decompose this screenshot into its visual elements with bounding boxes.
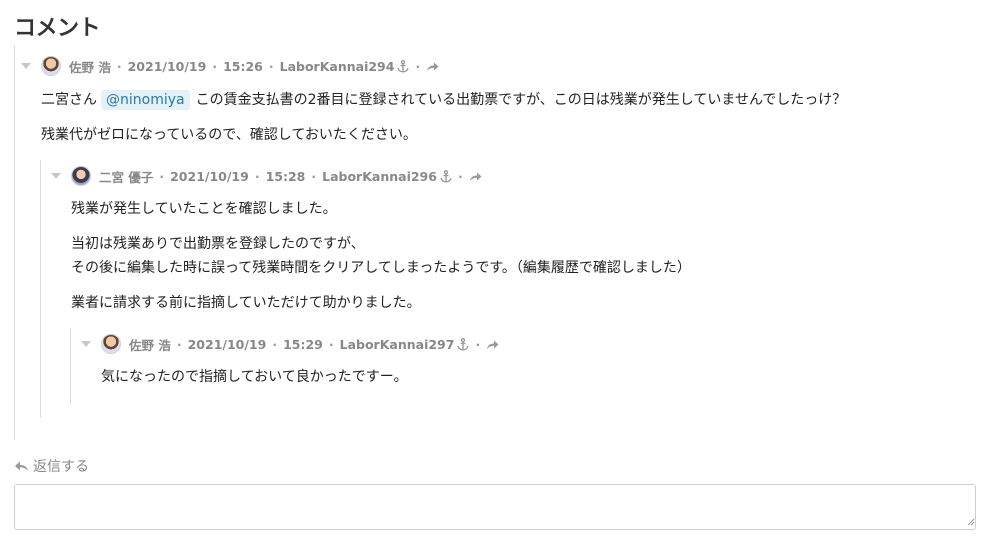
comment-header: 佐野 浩 · 2021/10/19 · 15:26 · LaborKannai2…: [21, 56, 439, 76]
comment-text: 残業が発生していたことを確認しました。: [71, 201, 337, 217]
meta-separator: ·: [272, 336, 278, 352]
comment-body-line: 二宮さん @ninomiya この賃金支払書の2番目に登録されている出勤票ですが、こ…: [41, 89, 846, 111]
comment-text: 当初は残業ありで出勤票を登録したのですが、: [71, 236, 365, 252]
anchor-icon[interactable]: [397, 59, 410, 73]
comment-anchor-link[interactable]: LaborKannai294: [280, 59, 395, 74]
comment-date: 2021/10/19: [127, 58, 207, 74]
comment-date: 2021/10/19: [170, 168, 249, 184]
user-mention[interactable]: @ninomiya: [101, 90, 190, 110]
user-avatar: [101, 334, 121, 354]
meta-separator: ·: [254, 168, 260, 184]
section-title: コメント: [14, 16, 101, 41]
comment-time: 15:28: [265, 168, 306, 184]
meta-separator: ·: [212, 58, 218, 74]
meta-separator: ·: [116, 58, 122, 74]
meta-separator: ·: [176, 336, 182, 352]
comment-date: 2021/10/19: [187, 336, 267, 352]
collapse-caret-icon[interactable]: [81, 341, 91, 347]
comment-header: 佐野 浩 · 2021/10/19 · 15:29 · LaborKannai2…: [81, 334, 499, 354]
comment-time: 15:29: [283, 336, 323, 352]
comment-author: 佐野 浩: [129, 337, 171, 353]
reply-link[interactable]: 返信する: [14, 456, 89, 476]
resize-grip-icon[interactable]: [967, 518, 975, 526]
comment-anchor-link[interactable]: LaborKannai296: [322, 169, 437, 184]
reply-arrow-icon[interactable]: [469, 171, 482, 182]
comment-author: 二宮 優子: [99, 169, 154, 185]
user-avatar: [71, 166, 91, 186]
reply-textarea[interactable]: [14, 484, 976, 530]
comment-header: 二宮 優子 · 2021/10/19 · 15:28 · LaborKannai…: [51, 166, 482, 186]
user-avatar: [41, 56, 61, 76]
comment-time: 15:26: [223, 58, 263, 74]
comment-text: この賃金支払書の2番目に登録されている出勤票ですが、この日は残業が発生していませ…: [195, 92, 847, 108]
comment-thread-3: 佐野 浩 · 2021/10/19 · 15:29 · LaborKannai2…: [70, 328, 971, 404]
comment-author: 佐野 浩: [69, 59, 111, 75]
meta-separator: ·: [328, 336, 334, 352]
comment-text: その後に編集した時に誤って残業時間をクリアしてしまったようです。（編集履歴で確認…: [71, 260, 691, 276]
reply-label: 返信する: [33, 459, 89, 475]
meta-separator: ·: [475, 336, 481, 352]
collapse-caret-icon[interactable]: [21, 63, 31, 69]
comment-text: 気になったので指摘しておいて良かったですー。: [101, 369, 408, 385]
meta-separator: ·: [457, 168, 463, 184]
meta-separator: ·: [159, 168, 165, 184]
comment-text: 二宮さん: [41, 92, 97, 108]
comment-text: 業者に請求する前に指摘していただけて助かりました。: [71, 295, 421, 311]
reply-arrow-icon[interactable]: [426, 61, 439, 72]
anchor-icon[interactable]: [440, 169, 452, 183]
anchor-icon[interactable]: [457, 337, 470, 351]
comment-anchor-link[interactable]: LaborKannai297: [340, 337, 455, 352]
reply-arrow-icon[interactable]: [486, 339, 499, 350]
comment-text: 残業代がゼロになっているので、確認しておいたください。: [41, 127, 417, 143]
meta-separator: ·: [311, 168, 317, 184]
comment-panel: コメント 佐野 浩 · 2021/10/19 · 15:26 · LaborKa…: [0, 0, 993, 545]
reply-icon: [15, 461, 28, 471]
collapse-caret-icon[interactable]: [51, 173, 61, 179]
meta-separator: ·: [268, 58, 274, 74]
meta-separator: ·: [415, 58, 421, 74]
